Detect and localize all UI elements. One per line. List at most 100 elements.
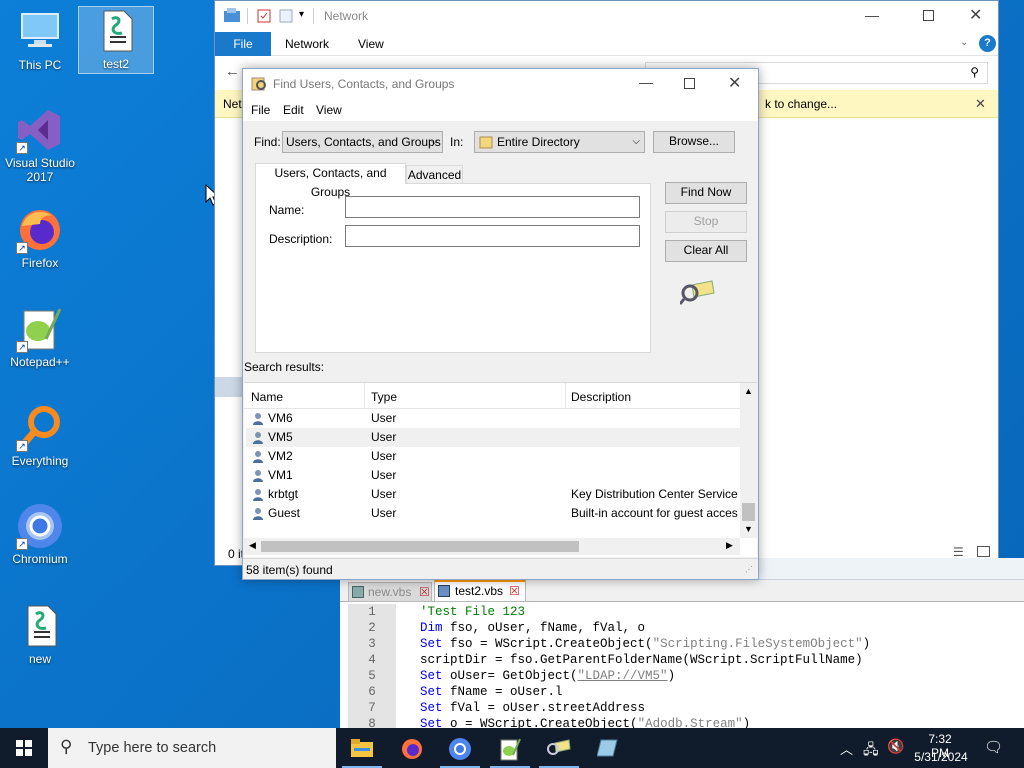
minimize-button[interactable]: — — [865, 7, 879, 23]
desktop-icon-label: Visual Studio 2017 — [5, 156, 75, 184]
back-button[interactable]: ← — [225, 63, 240, 80]
desktop-icon-firefox[interactable]: ↗ Firefox — [2, 206, 78, 270]
tab-users-contacts-groups[interactable]: Users, Contacts, and Groups — [255, 163, 406, 199]
code-token: fVal = oUser.streetAddress — [442, 701, 646, 715]
results-list[interactable]: Name Type Description VM6 User VM5 User VM2 U… — [244, 382, 757, 557]
result-row[interactable]: VM5 User — [246, 428, 740, 447]
chevron-up-icon[interactable]: ︿ — [840, 739, 853, 758]
tab-test2-vbs[interactable]: test2.vbs ☒ — [434, 580, 526, 602]
taskbar-find-dialog[interactable] — [535, 728, 583, 768]
quick-access-dropdown-icon[interactable]: ▾ — [299, 9, 304, 20]
notifications-icon[interactable]: 🗨 — [984, 738, 1003, 756]
menu-view[interactable]: View — [316, 103, 342, 117]
network-icon[interactable]: 🖧 — [863, 739, 879, 763]
vertical-scrollbar[interactable]: ▲ ▼ — [740, 383, 757, 538]
taskbar-firefox[interactable] — [388, 728, 436, 768]
desktop-icon-notepadpp[interactable]: ↗ Notepad++ — [2, 305, 78, 369]
code-token: ) — [667, 669, 676, 683]
horizontal-scrollbar[interactable]: ◀ ▶ — [244, 538, 740, 555]
desktop-icon-this-pc[interactable]: This PC — [2, 8, 78, 72]
taskbar-chromium[interactable] — [436, 728, 484, 768]
desktop-icon-test2[interactable]: test2 — [78, 6, 154, 74]
desktop-icon-everything[interactable]: ↗ Everything — [2, 404, 78, 468]
column-header-name[interactable]: Name — [251, 390, 283, 404]
dialog-maximize-button[interactable] — [684, 78, 695, 89]
taskbar-search-box[interactable]: ⚲ Type here to search — [48, 728, 336, 768]
code-line[interactable]: 1 'Test File 123 — [348, 604, 525, 620]
ribbon-expand-icon[interactable]: ⌄ — [960, 37, 968, 48]
stop-button[interactable]: Stop — [665, 211, 747, 233]
scroll-down-arrow-icon[interactable]: ▼ — [744, 524, 753, 534]
visual-studio-icon: ↗ — [16, 106, 64, 154]
find-now-button[interactable]: Find Now — [665, 182, 747, 204]
result-row[interactable]: VM6 User — [246, 409, 740, 428]
tab-label: test2.vbs — [455, 584, 504, 598]
tab-advanced[interactable]: Advanced — [406, 165, 463, 184]
resize-grip-icon[interactable]: ⋰ — [745, 565, 753, 574]
dialog-close-button[interactable]: ✕ — [728, 73, 741, 93]
dialog-title: Find Users, Contacts, and Groups — [273, 77, 455, 91]
taskbar-date[interactable]: 5/31/2024 — [912, 750, 970, 764]
scroll-up-arrow-icon[interactable]: ▲ — [744, 386, 753, 396]
properties-icon[interactable] — [257, 9, 271, 23]
code-line[interactable]: 6 Set fName = oUser.l — [348, 684, 563, 700]
save-icon — [438, 585, 450, 597]
details-view-icon[interactable]: ☰ — [953, 545, 964, 559]
description-label: Description: — [269, 232, 333, 246]
desktop-icon-visual-studio[interactable]: ↗ Visual Studio 2017 — [2, 106, 78, 184]
column-header-description[interactable]: Description — [571, 390, 631, 404]
code-line[interactable]: 2 Dim fso, oUser, fName, fVal, o — [348, 620, 645, 636]
notepadpp-window: new.vbs ☒ test2.vbs ☒ 1 'Test File 123 2 Di… — [340, 558, 1024, 728]
tab-new-vbs[interactable]: new.vbs ☒ — [348, 582, 432, 602]
menu-edit[interactable]: Edit — [283, 103, 304, 117]
ribbon-tab-file[interactable]: File — [215, 32, 271, 56]
menu-file[interactable]: File — [251, 103, 270, 117]
notepadpp-icon: ↗ — [16, 305, 64, 353]
taskbar-file-explorer[interactable] — [338, 728, 386, 768]
info-bar-close-icon[interactable]: ✕ — [975, 96, 986, 112]
large-icons-view-icon[interactable] — [977, 546, 990, 557]
ribbon-tab-network[interactable]: Network — [285, 37, 329, 51]
code-line[interactable]: 8 Set o = WScript.CreateObject("Adodb.Str… — [348, 716, 750, 728]
code-editor[interactable]: 1 'Test File 123 2 Dim fso, oUser, fName, f… — [348, 604, 1024, 728]
code-line[interactable]: 4 scriptDir = fso.GetParentFolderName(WSc… — [348, 652, 863, 668]
explorer-titlebar: ▾ Network — ✕ — [215, 1, 998, 32]
close-button[interactable]: ✕ — [969, 5, 982, 25]
tab-close-icon[interactable]: ☒ — [509, 582, 520, 600]
column-header-type[interactable]: Type — [371, 390, 397, 404]
scroll-right-arrow-icon[interactable]: ▶ — [726, 540, 733, 551]
new-folder-icon[interactable] — [279, 9, 293, 23]
code-token: o = WScript.CreateObject( — [442, 717, 638, 728]
volume-muted-icon[interactable]: 🔇 — [887, 738, 904, 755]
find-type-select[interactable]: Users, Contacts, and Groups ⌵ — [282, 131, 443, 153]
dialog-minimize-button[interactable]: — — [639, 74, 653, 90]
result-name: Guest — [268, 506, 301, 520]
browse-button[interactable]: Browse... — [653, 131, 735, 153]
code-line[interactable]: 7 Set fVal = oUser.streetAddress — [348, 700, 645, 716]
name-field[interactable] — [345, 196, 640, 218]
maximize-button[interactable] — [923, 10, 934, 21]
taskbar-notepad[interactable] — [584, 728, 632, 768]
code-line[interactable]: 5 Set oUser= GetObject("LDAP://VM5") — [348, 668, 675, 684]
description-field[interactable] — [345, 225, 640, 247]
vertical-scroll-thumb[interactable] — [742, 503, 755, 521]
ribbon-tab-view[interactable]: View — [358, 37, 384, 51]
desktop-icon-chromium[interactable]: ↗ Chromium — [2, 502, 78, 566]
result-row[interactable]: krbtgt User Key Distribution Center Servic… — [246, 485, 740, 504]
code-line[interactable]: 3 Set fso = WScript.CreateObject("Scripti… — [348, 636, 870, 652]
notepadpp-tabbar: new.vbs ☒ test2.vbs ☒ — [340, 580, 1024, 602]
scroll-left-arrow-icon[interactable]: ◀ — [249, 540, 256, 551]
taskbar-notepadpp[interactable] — [486, 728, 534, 768]
help-icon[interactable]: ? — [979, 35, 996, 52]
desktop-icon-new[interactable]: new — [2, 602, 78, 666]
result-row[interactable]: Guest User Built-in account for guest acce… — [246, 504, 740, 523]
tab-close-icon[interactable]: ☒ — [419, 583, 430, 601]
result-row[interactable]: VM1 User — [246, 466, 740, 485]
info-bar-text: k to change... — [765, 97, 838, 111]
result-row[interactable]: VM2 User — [246, 447, 740, 466]
start-button[interactable] — [0, 728, 48, 768]
clear-all-button[interactable]: Clear All — [665, 240, 747, 262]
horizontal-scroll-thumb[interactable] — [261, 541, 579, 552]
line-number: 8 — [348, 716, 396, 728]
in-scope-select[interactable]: Entire Directory ⌵ — [474, 131, 645, 153]
